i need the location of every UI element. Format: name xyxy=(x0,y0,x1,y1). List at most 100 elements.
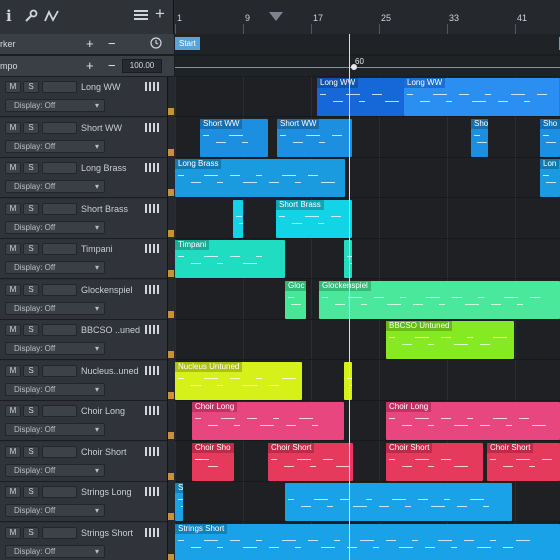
solo-button[interactable]: S xyxy=(23,486,39,498)
add-track-icon[interactable]: + xyxy=(155,5,165,22)
solo-button[interactable]: S xyxy=(23,202,39,215)
volume-meter[interactable] xyxy=(42,526,77,539)
track-name[interactable]: Choir Short xyxy=(81,447,127,457)
midi-clip[interactable]: Glockenspiel xyxy=(319,280,560,319)
instrument-keyboard-icon[interactable] xyxy=(145,365,160,375)
display-dropdown[interactable]: Display: Off ▾ xyxy=(5,504,105,517)
track-header[interactable]: M S Choir Short Display: Off ▾ xyxy=(0,441,167,482)
display-dropdown[interactable]: Display: Off ▾ xyxy=(5,139,105,153)
track-header[interactable]: M S Long Brass Display: Off ▾ xyxy=(0,158,167,198)
display-dropdown[interactable]: Display: Off ▾ xyxy=(5,180,105,193)
track-header[interactable]: M S Timpani Display: Off ▾ xyxy=(0,239,167,279)
volume-meter[interactable] xyxy=(42,202,77,215)
instrument-keyboard-icon[interactable] xyxy=(145,203,160,213)
display-dropdown[interactable]: Display: Off ▾ xyxy=(5,342,105,355)
solo-button[interactable]: S xyxy=(23,81,39,93)
track-name[interactable]: BBCSO ..uned xyxy=(81,325,140,335)
midi-clip[interactable]: Gloc xyxy=(285,280,306,319)
mute-button[interactable]: M xyxy=(5,81,21,93)
midi-clip[interactable]: Choir Long xyxy=(192,402,344,440)
track-name[interactable]: Strings Long xyxy=(81,487,132,497)
mute-button[interactable]: M xyxy=(5,405,21,417)
track-header[interactable]: M S Short WW Display: Off ▾ xyxy=(0,117,167,158)
midi-clip[interactable]: Nucleus Untuned xyxy=(175,361,302,400)
track-name[interactable]: Choir Long xyxy=(81,406,125,416)
midi-clip[interactable] xyxy=(285,483,512,521)
volume-meter[interactable] xyxy=(42,283,77,296)
midi-clip[interactable]: Choir Short xyxy=(487,442,560,481)
track-name[interactable]: Long WW xyxy=(81,82,121,92)
list-icon[interactable] xyxy=(134,9,148,24)
midi-clip[interactable]: Choir Short xyxy=(268,442,353,481)
midi-clip[interactable]: Choir Long xyxy=(386,402,560,440)
volume-meter[interactable] xyxy=(42,445,77,458)
display-dropdown[interactable]: Display: Off ▾ xyxy=(5,463,105,477)
solo-button[interactable]: S xyxy=(23,283,39,296)
solo-button[interactable]: S xyxy=(23,243,39,255)
volume-meter[interactable] xyxy=(42,121,77,134)
tempo-plus-button[interactable]: + xyxy=(86,58,94,73)
tempo-minus-button[interactable]: − xyxy=(108,58,116,73)
automation-icon[interactable] xyxy=(44,9,60,26)
track-header[interactable]: M S Choir Long Display: Off ▾ xyxy=(0,401,167,441)
add-marker-button[interactable]: + xyxy=(86,36,94,51)
track-name[interactable]: Short Brass xyxy=(81,204,128,214)
track-header[interactable]: M S Long WW Display: Off ▾ xyxy=(0,77,167,117)
remove-marker-button[interactable]: − xyxy=(108,36,116,51)
volume-meter[interactable] xyxy=(42,162,77,174)
track-header[interactable]: M S Glockenspiel Display: Off ▾ xyxy=(0,279,167,320)
display-dropdown[interactable]: Display: Off ▾ xyxy=(5,382,105,396)
solo-button[interactable]: S xyxy=(23,162,39,174)
instrument-keyboard-icon[interactable] xyxy=(145,163,160,172)
midi-clip[interactable]: Timpani xyxy=(175,240,285,278)
mute-button[interactable]: M xyxy=(5,324,21,336)
instrument-keyboard-icon[interactable] xyxy=(145,527,160,537)
midi-clip[interactable] xyxy=(344,240,352,278)
marker-lane[interactable]: Start xyxy=(175,34,560,55)
midi-clip[interactable]: Strings Long xyxy=(175,483,183,521)
info-icon[interactable]: i xyxy=(6,9,12,24)
display-dropdown[interactable]: Display: Off ▾ xyxy=(5,261,105,274)
instrument-keyboard-icon[interactable] xyxy=(145,446,160,456)
midi-clip[interactable] xyxy=(344,361,352,400)
display-dropdown[interactable]: Display: Off ▾ xyxy=(5,220,105,234)
midi-clip[interactable]: Short WW xyxy=(277,118,352,157)
display-dropdown[interactable]: Display: Off ▾ xyxy=(5,301,105,315)
midi-clip[interactable] xyxy=(233,199,243,238)
midi-clip[interactable]: Lon xyxy=(540,159,560,197)
instrument-keyboard-icon[interactable] xyxy=(145,244,160,253)
mute-button[interactable]: M xyxy=(5,526,21,539)
start-marker[interactable]: Start xyxy=(175,37,200,50)
mute-button[interactable]: M xyxy=(5,162,21,174)
midi-clip[interactable]: Sho xyxy=(540,118,560,157)
volume-meter[interactable] xyxy=(42,243,77,255)
playhead-marker-icon[interactable] xyxy=(269,12,283,21)
display-dropdown[interactable]: Display: Off ▾ xyxy=(5,544,105,558)
track-name[interactable]: Nucleus..uned xyxy=(81,366,139,376)
mute-button[interactable]: M xyxy=(5,243,21,255)
solo-button[interactable]: S xyxy=(23,364,39,377)
mute-button[interactable]: M xyxy=(5,202,21,215)
wrench-icon[interactable] xyxy=(24,9,38,26)
solo-button[interactable]: S xyxy=(23,445,39,458)
track-header[interactable]: M S Short Brass Display: Off ▾ xyxy=(0,198,167,239)
track-name[interactable]: Long Brass xyxy=(81,163,127,173)
display-dropdown[interactable]: Display: Off ▾ xyxy=(5,423,105,436)
track-name[interactable]: Short WW xyxy=(81,123,122,133)
track-name[interactable]: Strings Short xyxy=(81,528,133,538)
solo-button[interactable]: S xyxy=(23,405,39,417)
instrument-keyboard-icon[interactable] xyxy=(145,487,160,496)
midi-clip[interactable]: Strings Short xyxy=(175,523,560,560)
solo-button[interactable]: S xyxy=(23,526,39,539)
volume-meter[interactable] xyxy=(42,486,77,498)
volume-meter[interactable] xyxy=(42,405,77,417)
volume-meter[interactable] xyxy=(42,324,77,336)
midi-clip[interactable]: Choir Sho xyxy=(192,442,234,481)
midi-clip[interactable]: Choir Short xyxy=(386,442,483,481)
mute-button[interactable]: M xyxy=(5,364,21,377)
midi-clip[interactable]: Sho xyxy=(471,118,488,157)
timeline-ruler[interactable]: 1 9 17 25 33 41 xyxy=(175,0,560,34)
solo-button[interactable]: S xyxy=(23,324,39,336)
instrument-keyboard-icon[interactable] xyxy=(145,284,160,294)
tempo-lane[interactable]: 60 xyxy=(175,56,560,77)
